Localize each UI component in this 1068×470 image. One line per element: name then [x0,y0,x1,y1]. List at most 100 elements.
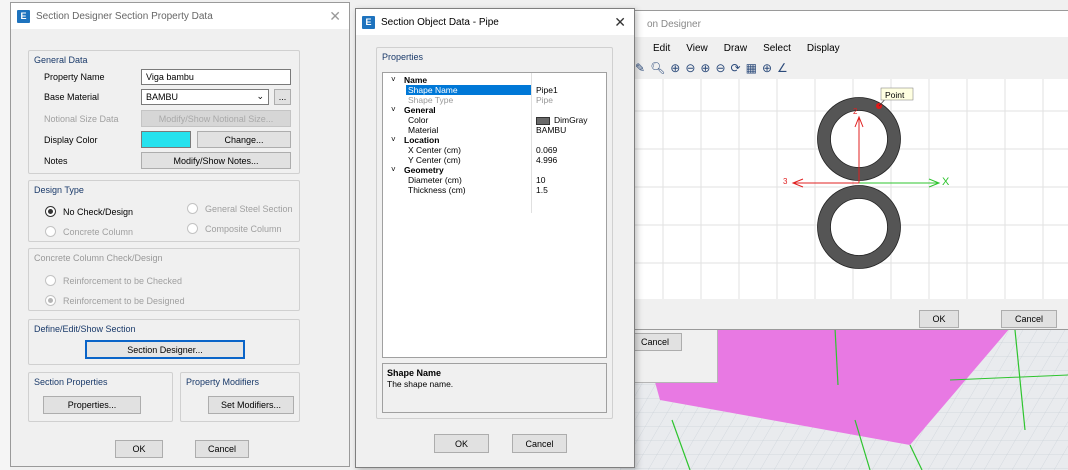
properties-button[interactable]: Properties... [43,396,141,414]
close-icon[interactable]: ✕ [614,14,626,31]
refresh-icon[interactable]: ⟳ [731,61,741,75]
menu-select[interactable]: Select [763,43,791,54]
modify-notes-button[interactable]: Modify/Show Notes... [141,152,291,169]
section-designer-toolbar: ✎ 🔍︎ ⊕ ⊖ ⊕ ⊖ ⟳ ▦ ⊕ ∠ [635,59,788,77]
grid-category-row[interactable]: ˅ General [383,105,606,115]
section-drawing-canvas[interactable]: Point 2 3 X [633,79,1068,299]
section-object-data-window: E Section Object Data - Pipe ✕ Propertie… [355,8,635,468]
notes-label: Notes [44,156,68,166]
grid-property-row[interactable]: Y Center (cm) 4.996 [383,155,606,165]
point-tooltip: Point [885,90,905,100]
angle-icon[interactable]: ∠ [777,61,788,75]
no-check-design-radio[interactable]: No Check/Design [45,206,133,217]
section-designer-ok-button[interactable]: OK [919,310,959,328]
etabs-logo-icon: E [362,15,375,29]
property-grid[interactable]: ˅ Name Shape Name Pipe1 Shape Type Pipe ˅ Gener… [382,72,607,358]
notional-size-label: Notional Size Data [44,114,119,124]
object-data-title: Section Object Data - Pipe [381,16,499,28]
reinf-checked-label: Reinforcement to be Checked [63,275,183,286]
grid-property-name: Material [408,125,439,135]
zoom-window-icon[interactable]: 🔍︎ [650,61,665,75]
draw-pen-icon[interactable]: ✎ [635,61,645,75]
base-material-value: BAMBU [146,92,179,102]
change-color-button[interactable]: Change... [197,131,291,148]
grid-property-row[interactable]: Diameter (cm) 10 [383,175,606,185]
grid-category-row[interactable]: ˅ Location [383,135,606,145]
chevron-down-icon: ⌄ [256,91,264,101]
grid-property-value[interactable]: DimGray [533,115,588,125]
collapse-caret-icon[interactable]: ˅ [391,75,396,85]
reinf-checked-radio[interactable]: Reinforcement to be Checked [45,275,182,286]
property-data-ok-button[interactable]: OK [115,440,163,458]
grid-property-row[interactable]: Shape Type Pipe [383,95,606,105]
section-designer-menubar: Edit View Draw Select Display [653,43,840,54]
section-designer-titlebar: on Designer [611,11,1068,37]
section-designer-window: on Designer Edit View Draw Select Displa… [610,10,1068,330]
reinf-designed-radio[interactable]: Reinforcement to be Designed [45,295,185,306]
radio-selected-icon [45,206,56,217]
section-property-data-window: E Section Designer Section Property Data… [10,2,350,467]
radio-icon [187,203,198,214]
grid-category-row[interactable]: ˅ Name [383,75,606,85]
description-text: The shape name. [387,379,454,389]
grid-property-value[interactable]: Pipe1 [533,85,558,95]
base-material-ellipsis-button[interactable]: ... [274,89,291,105]
composite-column-label: Composite Column [205,223,282,234]
grid-property-value[interactable]: 4.996 [533,155,557,165]
snap-icon[interactable]: ⊕ [762,61,772,75]
axis-2-label: 2 [853,107,858,116]
grid-property-name: Thickness (cm) [408,185,466,195]
section-properties-group: Section Properties Properties... [28,372,173,422]
grid-property-value[interactable]: 1.5 [533,185,548,195]
close-icon[interactable]: ✕ [329,8,341,25]
section-designer-cancel-button[interactable]: Cancel [1001,310,1057,328]
zoom-out-icon[interactable]: ⊖ [685,61,695,75]
zoom-in-icon[interactable]: ⊕ [670,61,680,75]
zoom-previous-icon[interactable]: ⊕ [700,61,710,75]
menu-edit[interactable]: Edit [653,43,670,54]
define-section-group: Define/Edit/Show Section Section Designe… [28,319,300,365]
grid-property-row[interactable]: Shape Name Pipe1 [383,85,606,95]
grid-property-row[interactable]: Thickness (cm) 1.5 [383,185,606,195]
grid-property-row[interactable]: Color DimGray [383,115,606,125]
grid-property-row[interactable]: X Center (cm) 0.069 [383,145,606,155]
set-modifiers-button[interactable]: Set Modifiers... [208,396,294,414]
radio-icon [45,226,56,237]
collapse-caret-icon[interactable]: ˅ [391,135,396,145]
description-panel: Shape Name The shape name. [382,363,607,413]
grid-value-text: 4.996 [536,155,558,165]
property-data-titlebar: E Section Designer Section Property Data… [11,3,349,29]
collapse-caret-icon[interactable]: ˅ [391,105,396,115]
object-data-ok-button[interactable]: OK [434,434,489,453]
concrete-column-label: Concrete Column [63,226,134,237]
collapse-caret-icon[interactable]: ˅ [391,165,396,175]
composite-column-radio[interactable]: Composite Column [187,223,282,234]
background-cancel-button[interactable]: Cancel [628,333,682,351]
define-section-title: Define/Edit/Show Section [34,324,136,334]
property-data-cancel-button[interactable]: Cancel [195,440,249,458]
display-color-swatch[interactable] [141,131,191,148]
concrete-column-radio[interactable]: Concrete Column [45,226,133,237]
menu-display[interactable]: Display [807,43,840,54]
grid-property-value[interactable]: BAMBU [533,125,566,135]
grid-property-value[interactable]: Pipe [533,95,553,105]
grid-property-value[interactable]: 10 [533,175,545,185]
menu-view[interactable]: View [686,43,708,54]
grid-property-row[interactable]: Material BAMBU [383,125,606,135]
radio-icon [45,275,56,286]
object-data-cancel-button[interactable]: Cancel [512,434,567,453]
property-name-input[interactable]: Viga bambu [141,69,291,85]
zoom-fit-icon[interactable]: ⊖ [715,61,725,75]
grid-value-text: 10 [536,175,546,185]
menu-draw[interactable]: Draw [724,43,747,54]
grid-icon[interactable]: ▦ [746,61,757,75]
general-steel-label: General Steel Section [205,203,293,214]
grid-property-value[interactable]: 0.069 [533,145,557,155]
section-designer-button[interactable]: Section Designer... [85,340,245,359]
general-steel-radio[interactable]: General Steel Section [187,203,293,214]
notional-size-button[interactable]: Modify/Show Notional Size... [141,110,291,127]
design-type-title: Design Type [34,185,84,195]
grid-category-row[interactable]: ˅ Geometry [383,165,606,175]
base-material-select[interactable]: BAMBU ⌄ [141,89,269,105]
property-name-label: Property Name [44,72,105,82]
